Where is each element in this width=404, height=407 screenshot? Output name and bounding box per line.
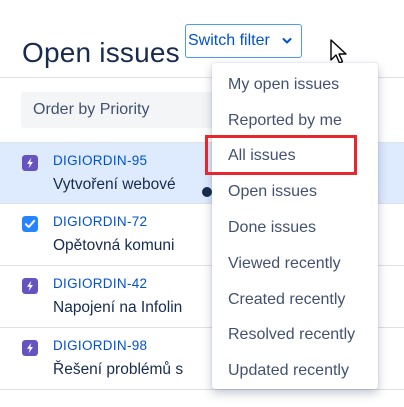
- epic-icon: [22, 155, 38, 171]
- issue-summary: Opětovná komuni: [53, 237, 175, 254]
- menu-item-label: Done issues: [228, 219, 317, 237]
- menu-item-updated-recently[interactable]: Updated recently: [212, 353, 378, 389]
- issue-key[interactable]: DIGIORDIN-72: [53, 214, 147, 229]
- menu-item-label: Open issues: [228, 183, 317, 201]
- menu-item-label: Reported by me: [228, 111, 342, 129]
- menu-item-my-open-issues[interactable]: My open issues: [212, 67, 378, 103]
- epic-icon: [22, 340, 38, 356]
- menu-item-label: Resolved recently: [228, 326, 356, 344]
- menu-item-done-issues[interactable]: Done issues: [212, 210, 378, 246]
- menu-item-resolved-recently[interactable]: Resolved recently: [212, 318, 378, 354]
- issue-key[interactable]: DIGIORDIN-98: [53, 338, 147, 353]
- issue-summary: Řešení problémů s: [53, 361, 184, 378]
- menu-item-label: Viewed recently: [228, 254, 341, 272]
- menu-item-viewed-recently[interactable]: Viewed recently: [212, 246, 378, 282]
- menu-item-open-issues[interactable]: Open issues: [202, 174, 378, 210]
- switch-filter-label: Switch filter: [188, 32, 270, 49]
- issue-key[interactable]: DIGIORDIN-42: [53, 276, 147, 291]
- menu-item-label: All issues: [228, 147, 296, 165]
- issue-summary: Vytvoření webové: [53, 176, 176, 193]
- menu-item-all-issues[interactable]: All issues: [212, 139, 378, 175]
- epic-icon: [22, 278, 38, 294]
- order-by-button[interactable]: Order by Priority: [21, 92, 221, 128]
- menu-item-label: Created recently: [228, 290, 346, 308]
- menu-item-label: My open issues: [228, 75, 340, 93]
- menu-item-label: Updated recently: [228, 362, 349, 380]
- menu-item-reported-by-me[interactable]: Reported by me: [212, 103, 378, 139]
- chevron-down-icon: [282, 38, 292, 44]
- order-by-label: Order by Priority: [33, 101, 150, 118]
- issue-key[interactable]: DIGIORDIN-95: [53, 153, 147, 168]
- issue-summary: Napojení na Infolin: [53, 299, 183, 316]
- switch-filter-button[interactable]: Switch filter: [185, 24, 302, 58]
- menu-item-created-recently[interactable]: Created recently: [212, 282, 378, 318]
- checkbox-icon: [22, 216, 38, 232]
- page-title: Open issues: [22, 36, 180, 68]
- filter-dropdown-menu: My open issues Reported by me All issues…: [202, 63, 378, 389]
